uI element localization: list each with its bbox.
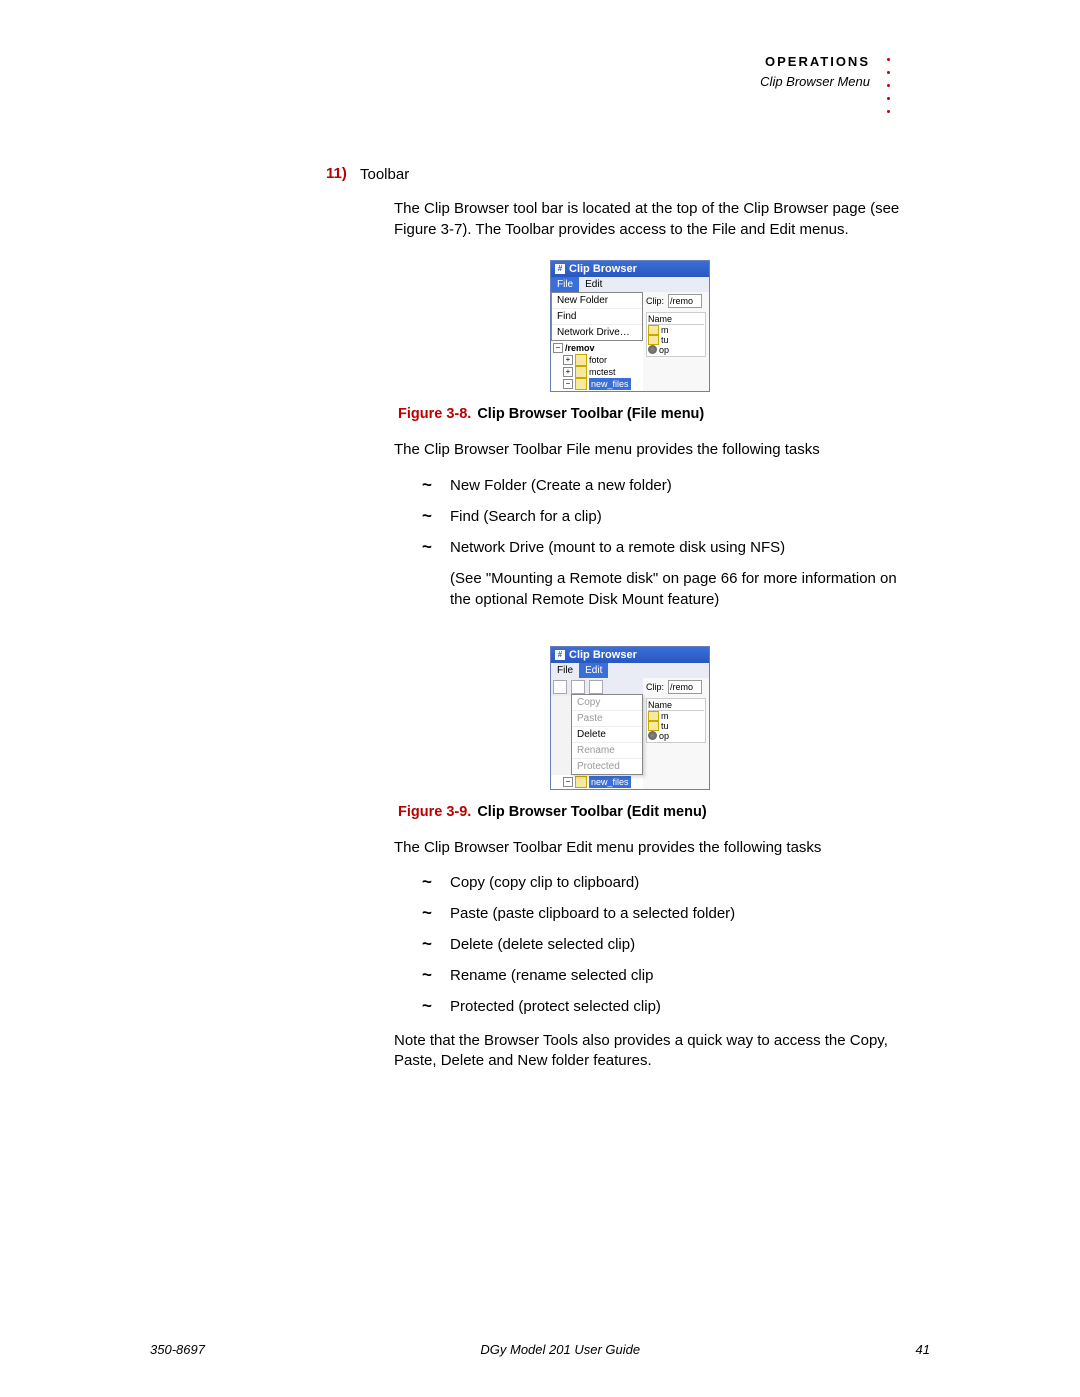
bullet-item: New Folder (Create a new folder) [422,475,900,496]
window-title: Clip Browser [569,649,637,661]
menu-edit[interactable]: Edit [579,663,608,678]
main-content: 11) Toolbar The Clip Browser tool bar is… [360,165,900,1085]
intro-paragraph: The Clip Browser tool bar is located at … [394,199,900,240]
toolbar-icon[interactable] [571,680,585,694]
file-menu-intro: The Clip Browser Toolbar File menu provi… [394,440,900,460]
list-item[interactable]: op [648,345,704,355]
app-icon: # [555,264,565,274]
column-header: Name [648,314,672,324]
bullet-item: Paste (paste clipboard to a selected fol… [422,903,900,924]
figure-3-9-screenshot: # Clip Browser File Edit Copy Paste [550,646,710,790]
section-title: OPERATIONS [760,52,870,72]
clip-path-input[interactable] [668,680,702,694]
tree-row[interactable]: −/remov [553,342,641,354]
bullet-item: Copy (copy clip to clipboard) [422,872,900,893]
menu-edit[interactable]: Edit [579,277,608,292]
page-header: OPERATIONS Clip Browser Menu [760,52,870,91]
file-listing: Name m tu op [646,312,706,357]
figure-3-9-caption: Figure 3-9.Clip Browser Toolbar (Edit me… [398,804,900,820]
list-item[interactable]: tu [648,721,704,731]
edit-menu-intro: The Clip Browser Toolbar Edit menu provi… [394,838,900,858]
menu-item-network-drive[interactable]: Network Drive… [552,325,642,340]
list-item[interactable]: op [648,731,704,741]
footer-center: DGy Model 201 User Guide [480,1342,640,1357]
menu-file[interactable]: File [551,277,579,292]
menu-item-new-folder[interactable]: New Folder [552,293,642,309]
menu-item-rename[interactable]: Rename [572,743,642,759]
tree-row[interactable]: −new_files [553,776,641,788]
menu-item-protected[interactable]: Protected [572,759,642,774]
bullet-item: Protected (protect selected clip) [422,996,900,1017]
file-listing: Name m tu op [646,698,706,743]
menubar: File Edit [551,663,709,678]
figure-3-8-caption: Figure 3-8.Clip Browser Toolbar (File me… [398,406,900,422]
window-titlebar: # Clip Browser [551,647,709,663]
figure-3-8-screenshot: # Clip Browser File Edit New Folder Find… [550,260,710,393]
closing-note: Note that the Browser Tools also provide… [394,1031,900,1072]
menu-file[interactable]: File [551,663,579,678]
toolbar-icon[interactable] [589,680,603,694]
folder-tree: −new_files [551,775,643,789]
app-icon: # [555,650,565,660]
footer-page-number: 41 [916,1342,930,1357]
file-dropdown: New Folder Find Network Drive… [551,292,643,341]
clip-label: Clip: [646,296,664,306]
list-item[interactable]: m [648,711,704,721]
toolbar-icon[interactable] [553,680,567,694]
right-panel: Clip: Name m tu op [643,292,709,392]
menu-item-find[interactable]: Find [552,309,642,325]
right-panel: Clip: Name m tu op [643,678,709,789]
window-titlebar: # Clip Browser [551,261,709,277]
window-title: Clip Browser [569,263,637,275]
bullet-item: Network Drive (mount to a remote disk us… [422,537,900,558]
menu-item-delete[interactable]: Delete [572,727,642,743]
file-menu-note: (See "Mounting a Remote disk" on page 66… [422,568,900,610]
folder-tree: −/remov +fotor +mctest −new_files [551,341,643,392]
decorative-dots [887,58,890,113]
footer-left: 350-8697 [150,1342,205,1357]
tree-row[interactable]: +fotor [553,354,641,366]
tree-row[interactable]: +mctest [553,366,641,378]
bullet-item: Delete (delete selected clip) [422,934,900,955]
edit-dropdown: Copy Paste Delete Rename Protected [571,694,643,775]
bullet-item: Rename (rename selected clip [422,965,900,986]
clip-path-input[interactable] [668,294,702,308]
bullet-item: Find (Search for a clip) [422,506,900,527]
tree-row[interactable]: −new_files [553,378,641,390]
clip-label: Clip: [646,682,664,692]
column-header: Name [648,700,672,710]
section-subtitle: Clip Browser Menu [760,72,870,92]
menu-item-copy[interactable]: Copy [572,695,642,711]
menubar: File Edit [551,277,709,292]
page: OPERATIONS Clip Browser Menu 11) Toolbar… [0,0,1080,1397]
step-title: Toolbar [360,165,900,185]
menu-item-paste[interactable]: Paste [572,711,642,727]
list-item[interactable]: m [648,325,704,335]
list-item[interactable]: tu [648,335,704,345]
page-footer: 350-8697 DGy Model 201 User Guide 41 [150,1342,930,1357]
step-number: 11) [326,165,347,182]
